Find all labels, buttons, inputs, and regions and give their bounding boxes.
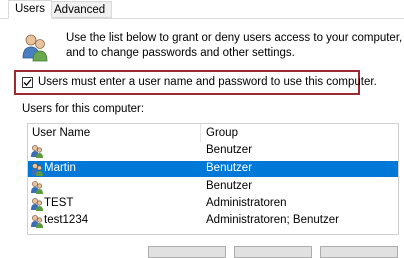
user-icon [31,163,43,176]
tab-users[interactable]: Users [8,0,53,19]
group-cell: Administratoren [206,197,287,209]
properties-button[interactable] [320,246,398,258]
users-group-icon [22,34,48,62]
column-separator[interactable] [200,124,201,142]
user-icon [31,215,43,228]
user-icon [31,181,43,194]
user-row[interactable]: TEST Administratoren [28,196,398,212]
user-row[interactable]: Benutzer [28,179,398,195]
column-header-user-name[interactable]: User Name [32,127,90,139]
user-row[interactable]: Benutzer [28,143,398,159]
tab-advanced[interactable]: Advanced [48,1,113,18]
user-name-cell: Martin [44,162,76,174]
group-cell: Administratoren; Benutzer [206,214,339,226]
column-header-group[interactable]: Group [206,127,238,139]
intro-text: Use the list below to grant or deny user… [66,31,403,61]
user-icon [31,198,43,211]
tab-divider [0,18,404,19]
checkmark-icon [23,79,32,86]
intro-line-1: Use the list below to grant or deny user… [66,32,403,44]
intro-line-2: and to change passwords and other settin… [66,47,295,59]
user-row-selected[interactable]: Martin Benutzer [28,161,398,177]
user-row[interactable]: test1234 Administratoren; Benutzer [28,213,398,229]
require-login-label[interactable]: Users must enter a user name and passwor… [38,76,377,88]
tab-strip: Users Advanced [0,0,404,19]
group-cell: Benutzer [206,144,253,156]
add-button[interactable] [148,246,226,258]
user-name-cell: TEST [44,197,74,209]
remove-button[interactable] [234,246,312,258]
users-section-label: Users for this computer: [22,103,145,115]
list-header: User Name Group [28,124,398,142]
require-login-checkbox[interactable] [22,77,33,88]
group-cell: Benutzer [206,180,253,192]
users-list[interactable]: User Name Group Benutzer Martin Benutzer [27,123,399,235]
user-icon [31,145,43,158]
user-name-cell: test1234 [44,214,89,226]
group-cell: Benutzer [206,162,253,174]
